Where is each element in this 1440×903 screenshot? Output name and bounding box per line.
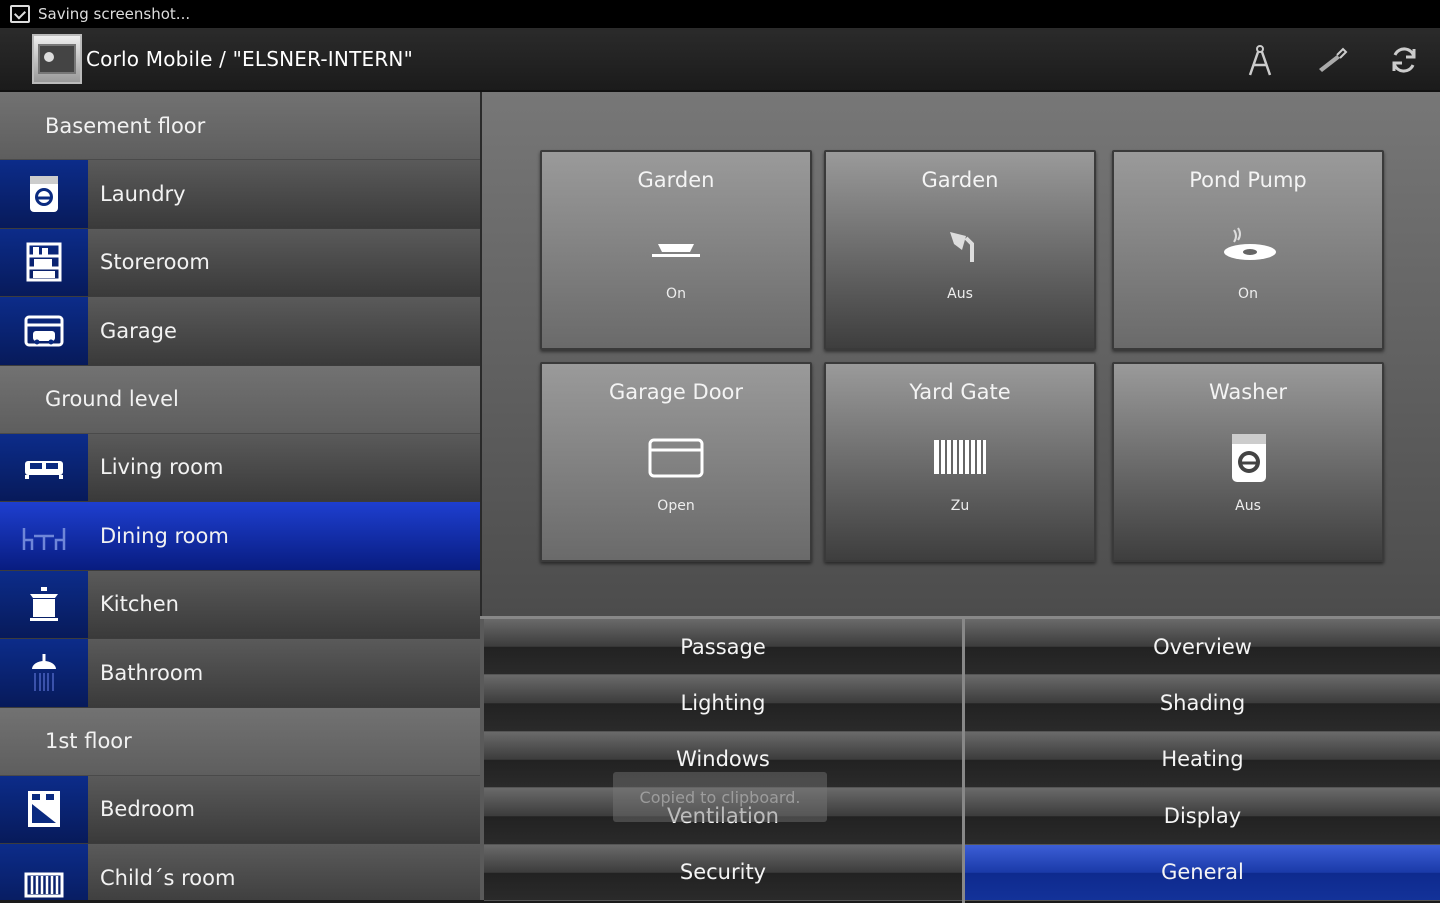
- sidebar-item-storeroom[interactable]: Storeroom: [0, 228, 480, 297]
- tile-state: On: [666, 286, 686, 302]
- tile-state: Open: [657, 498, 695, 514]
- sidebar-item-garage[interactable]: Garage: [0, 297, 480, 366]
- tile-title: Pond Pump: [1189, 168, 1307, 192]
- tile-title: Garage Door: [608, 380, 744, 404]
- crib-icon: [0, 844, 88, 900]
- menu-item-general[interactable]: General: [965, 844, 1440, 901]
- sidebar-item-label: Laundry: [100, 181, 186, 206]
- menu-item-overview[interactable]: Overview: [965, 619, 1440, 676]
- device-panel: Garden On Garden Aus Pond Pump On Garage…: [480, 92, 1440, 616]
- sprinkler-icon: [928, 214, 992, 278]
- sidebar-item-laundry[interactable]: Laundry: [0, 160, 480, 229]
- garage-door-icon: [644, 426, 708, 490]
- tile-state: Zu: [950, 498, 970, 514]
- action-bar: Corlo Mobile / "ELSNER-INTERN": [0, 28, 1440, 92]
- tile-state: On: [1238, 286, 1258, 302]
- sidebar-item-label: Dining room: [100, 523, 229, 548]
- menu-item-heating[interactable]: Heating: [965, 731, 1440, 789]
- action-bar-actions: [1224, 28, 1440, 92]
- washer-icon: [1216, 426, 1280, 490]
- toast-message: Copied to clipboard.: [613, 772, 827, 822]
- menu-item-lighting[interactable]: Lighting: [484, 675, 962, 732]
- tile-title: Yard Gate: [909, 380, 1011, 404]
- tile-title: Garden: [921, 168, 999, 192]
- shelf-icon: [0, 228, 88, 296]
- section-1st-floor: 1st floor: [0, 707, 480, 776]
- menu-item-passage[interactable]: Passage: [484, 619, 962, 676]
- tool-icon: [1319, 47, 1348, 72]
- menu-item-security[interactable]: Security: [484, 844, 962, 901]
- bed-icon: [0, 775, 88, 843]
- shower-icon: [0, 639, 88, 707]
- tool-button[interactable]: [1296, 28, 1368, 92]
- screenshot-icon: [10, 5, 30, 23]
- sidebar-item-label: Bedroom: [100, 797, 195, 822]
- device-tile-yard-gate[interactable]: Yard Gate Zu: [824, 362, 1096, 562]
- compass-button[interactable]: [1224, 28, 1296, 92]
- garage-icon: [0, 297, 88, 365]
- sidebar-item-kitchen[interactable]: Kitchen: [0, 570, 480, 639]
- device-tile-pond-pump[interactable]: Pond Pump On: [1112, 150, 1384, 350]
- refresh-button[interactable]: [1368, 28, 1440, 92]
- sidebar-item-bedroom[interactable]: Bedroom: [0, 775, 480, 844]
- sidebar-item-label: Living room: [100, 455, 224, 480]
- cooking-pot-icon: [0, 570, 88, 638]
- tile-state: Aus: [1235, 498, 1261, 514]
- status-bar: Saving screenshot...: [0, 0, 1440, 28]
- menu-item-display[interactable]: Display: [965, 788, 1440, 845]
- sidebar-item-label: Child´s room: [100, 865, 236, 890]
- sidebar-item-dining-room[interactable]: Dining room: [0, 502, 480, 571]
- sidebar-item-childs-room[interactable]: Child´s room: [0, 844, 480, 900]
- section-ground-level: Ground level: [0, 365, 480, 434]
- sidebar-item-bathroom[interactable]: Bathroom: [0, 639, 480, 708]
- lamp-icon: [644, 214, 708, 278]
- sidebar-item-label: Kitchen: [100, 592, 179, 617]
- device-tile-washer[interactable]: Washer Aus: [1112, 362, 1384, 562]
- room-sidebar: Basement floor Laundry Storeroom Garage …: [0, 92, 480, 900]
- compass-icon: [1248, 45, 1272, 76]
- sidebar-item-living-room[interactable]: Living room: [0, 433, 480, 502]
- dining-table-icon: [0, 502, 88, 570]
- menu-item-shading[interactable]: Shading: [965, 675, 1440, 732]
- pond-pump-icon: [1216, 214, 1280, 278]
- section-basement-floor: Basement floor: [0, 92, 480, 160]
- sofa-icon: [0, 433, 88, 501]
- app-logo-icon[interactable]: [32, 34, 82, 84]
- device-tile-garage-door[interactable]: Garage Door Open: [540, 362, 812, 562]
- tile-title: Washer: [1208, 380, 1288, 404]
- sidebar-item-label: Garage: [100, 318, 177, 343]
- device-tile-garden-light[interactable]: Garden On: [540, 150, 812, 350]
- gate-icon: [928, 426, 992, 490]
- function-menu: Passage Lighting Windows Ventilation Sec…: [480, 616, 1440, 903]
- status-notification: Saving screenshot...: [38, 5, 191, 23]
- sidebar-item-label: Storeroom: [100, 250, 210, 275]
- function-menu-left: Passage Lighting Windows Ventilation Sec…: [484, 619, 962, 903]
- tile-state: Aus: [947, 286, 973, 302]
- tile-title: Garden: [637, 168, 715, 192]
- device-tile-garden-sprinkler[interactable]: Garden Aus: [824, 150, 1096, 350]
- sidebar-item-label: Bathroom: [100, 660, 204, 685]
- refresh-icon: [1392, 47, 1416, 73]
- app-title: Corlo Mobile / "ELSNER-INTERN": [86, 47, 413, 71]
- function-menu-right: Overview Shading Heating Display General: [962, 619, 1440, 903]
- washer-icon: [0, 160, 88, 228]
